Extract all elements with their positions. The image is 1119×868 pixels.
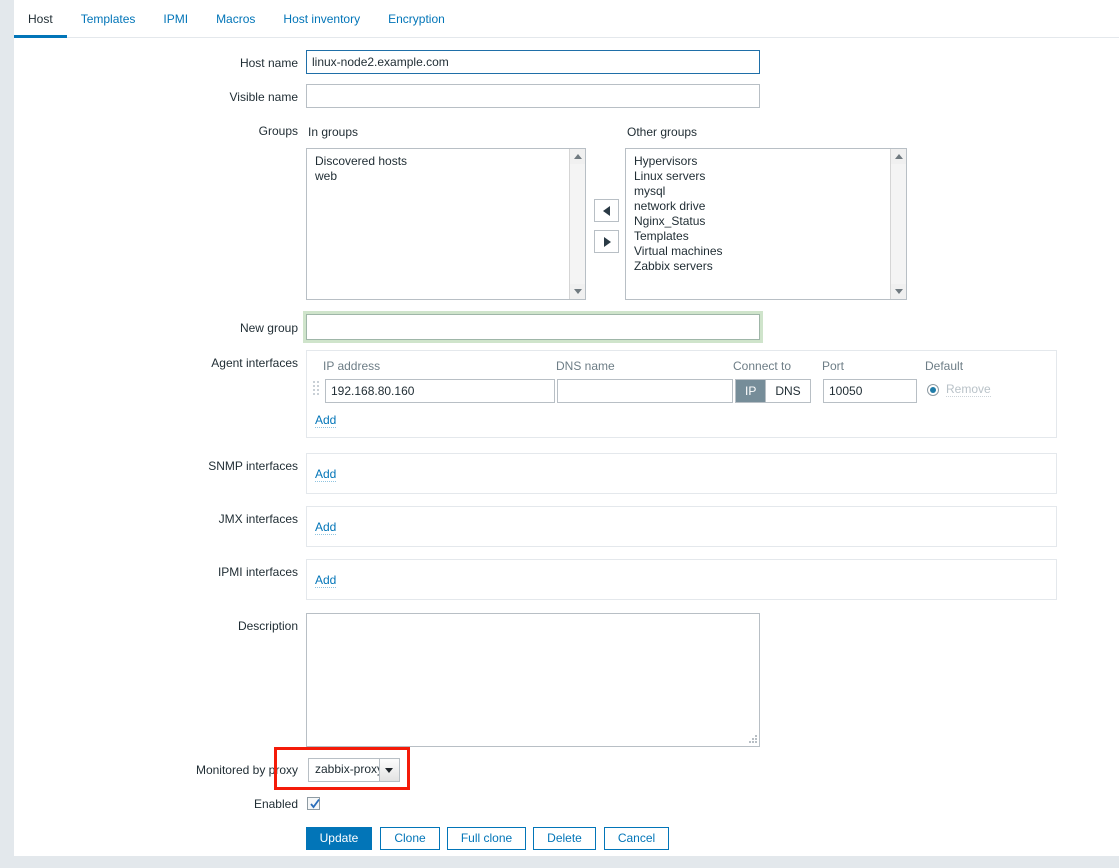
other-groups-label: Other groups <box>627 125 698 139</box>
scroll-up-icon[interactable] <box>891 149 906 164</box>
tab-templates[interactable]: Templates <box>67 0 150 38</box>
agent-connect-to-toggle[interactable]: IP DNS <box>735 379 811 403</box>
move-to-in-groups-button[interactable] <box>594 199 619 222</box>
bottom-chrome-strip <box>0 856 1119 868</box>
visible-name-label: Visible name <box>229 90 298 104</box>
agent-port-input[interactable] <box>823 379 917 403</box>
triangle-left-icon <box>603 206 610 216</box>
visible-name-input[interactable] <box>306 84 760 108</box>
list-item[interactable]: Virtual machines <box>632 244 889 259</box>
monitored-by-proxy-select[interactable]: zabbix-proxy <box>308 758 400 782</box>
scroll-up-icon[interactable] <box>570 149 585 164</box>
column-header-port: Port <box>822 359 845 373</box>
jmx-interfaces-add-link[interactable]: Add <box>315 520 337 535</box>
tab-list: Host Templates IPMI Macros Host inventor… <box>14 0 459 38</box>
tab-ipmi[interactable]: IPMI <box>149 0 202 38</box>
tab-macros[interactable]: Macros <box>202 0 269 38</box>
host-name-input[interactable] <box>306 50 760 74</box>
scroll-down-icon[interactable] <box>570 284 585 299</box>
groups-label: Groups <box>258 124 298 138</box>
agent-remove-link: Remove <box>946 382 991 397</box>
move-to-other-groups-button[interactable] <box>594 230 619 253</box>
left-chrome-strip <box>0 0 14 856</box>
triangle-right-icon <box>604 237 611 247</box>
jmx-interfaces-panel: Add <box>306 506 1057 547</box>
description-label: Description <box>237 619 298 633</box>
new-group-label: New group <box>239 321 298 335</box>
list-item[interactable]: Templates <box>632 229 889 244</box>
agent-interfaces-panel: IP address DNS name Connect to Port Defa… <box>306 350 1057 438</box>
update-button[interactable]: Update <box>306 827 372 850</box>
list-item[interactable]: mysql <box>632 184 889 199</box>
new-group-field-wrapper <box>303 311 763 343</box>
scroll-down-icon[interactable] <box>891 284 906 299</box>
full-clone-button[interactable]: Full clone <box>447 827 526 850</box>
chevron-down-icon[interactable] <box>379 759 399 781</box>
snmp-interfaces-label: SNMP interfaces <box>208 459 298 473</box>
host-configuration-page: Host Templates IPMI Macros Host inventor… <box>0 0 1119 868</box>
description-textarea[interactable] <box>306 613 760 747</box>
in-groups-scrollbar[interactable] <box>569 149 585 299</box>
snmp-interfaces-add-link[interactable]: Add <box>315 467 337 482</box>
list-item[interactable]: Hypervisors <box>632 154 889 169</box>
list-item[interactable]: Linux servers <box>632 169 889 184</box>
agent-interfaces-label: Agent interfaces <box>211 356 298 370</box>
column-header-ip-address: IP address <box>323 359 381 373</box>
cancel-button[interactable]: Cancel <box>604 827 669 850</box>
column-header-connect-to: Connect to <box>733 359 792 373</box>
in-groups-label: In groups <box>308 125 359 139</box>
check-icon <box>310 798 320 809</box>
in-groups-items: Discovered hosts web <box>307 149 568 299</box>
jmx-interfaces-label: JMX interfaces <box>218 512 298 526</box>
list-item[interactable]: Zabbix servers <box>632 259 889 274</box>
host-name-label: Host name <box>239 56 298 70</box>
delete-button[interactable]: Delete <box>533 827 596 850</box>
column-header-default: Default <box>925 359 964 373</box>
clone-button[interactable]: Clone <box>380 827 440 850</box>
enabled-checkbox[interactable] <box>307 797 320 810</box>
snmp-interfaces-panel: Add <box>306 453 1057 494</box>
monitored-by-proxy-label: Monitored by proxy <box>195 763 298 777</box>
new-group-input[interactable] <box>306 314 760 340</box>
other-groups-scrollbar[interactable] <box>890 149 906 299</box>
in-groups-listbox[interactable]: Discovered hosts web <box>306 148 586 300</box>
agent-dns-name-input[interactable] <box>557 379 733 403</box>
agent-ip-address-input[interactable] <box>325 379 555 403</box>
connect-to-option-ip[interactable]: IP <box>736 380 766 402</box>
other-groups-listbox[interactable]: Hypervisors Linux servers mysql network … <box>625 148 907 300</box>
agent-default-radio[interactable] <box>927 384 939 396</box>
list-item[interactable]: web <box>313 169 568 184</box>
ipmi-interfaces-panel: Add <box>306 559 1057 600</box>
other-groups-items: Hypervisors Linux servers mysql network … <box>626 149 889 299</box>
tab-host[interactable]: Host <box>14 0 67 38</box>
connect-to-option-dns[interactable]: DNS <box>765 380 810 402</box>
monitored-by-proxy-value: zabbix-proxy <box>315 762 384 776</box>
tab-bar: Host Templates IPMI Macros Host inventor… <box>14 0 1119 38</box>
agent-interfaces-add-link[interactable]: Add <box>315 413 337 428</box>
tab-host-inventory[interactable]: Host inventory <box>269 0 374 38</box>
enabled-label: Enabled <box>253 797 298 811</box>
ipmi-interfaces-add-link[interactable]: Add <box>315 573 337 588</box>
column-header-dns-name: DNS name <box>556 359 615 373</box>
drag-handle-icon[interactable] <box>313 381 321 399</box>
tab-encryption[interactable]: Encryption <box>374 0 459 38</box>
list-item[interactable]: Nginx_Status <box>632 214 889 229</box>
list-item[interactable]: Discovered hosts <box>313 154 568 169</box>
list-item[interactable]: network drive <box>632 199 889 214</box>
ipmi-interfaces-label: IPMI interfaces <box>217 565 298 579</box>
